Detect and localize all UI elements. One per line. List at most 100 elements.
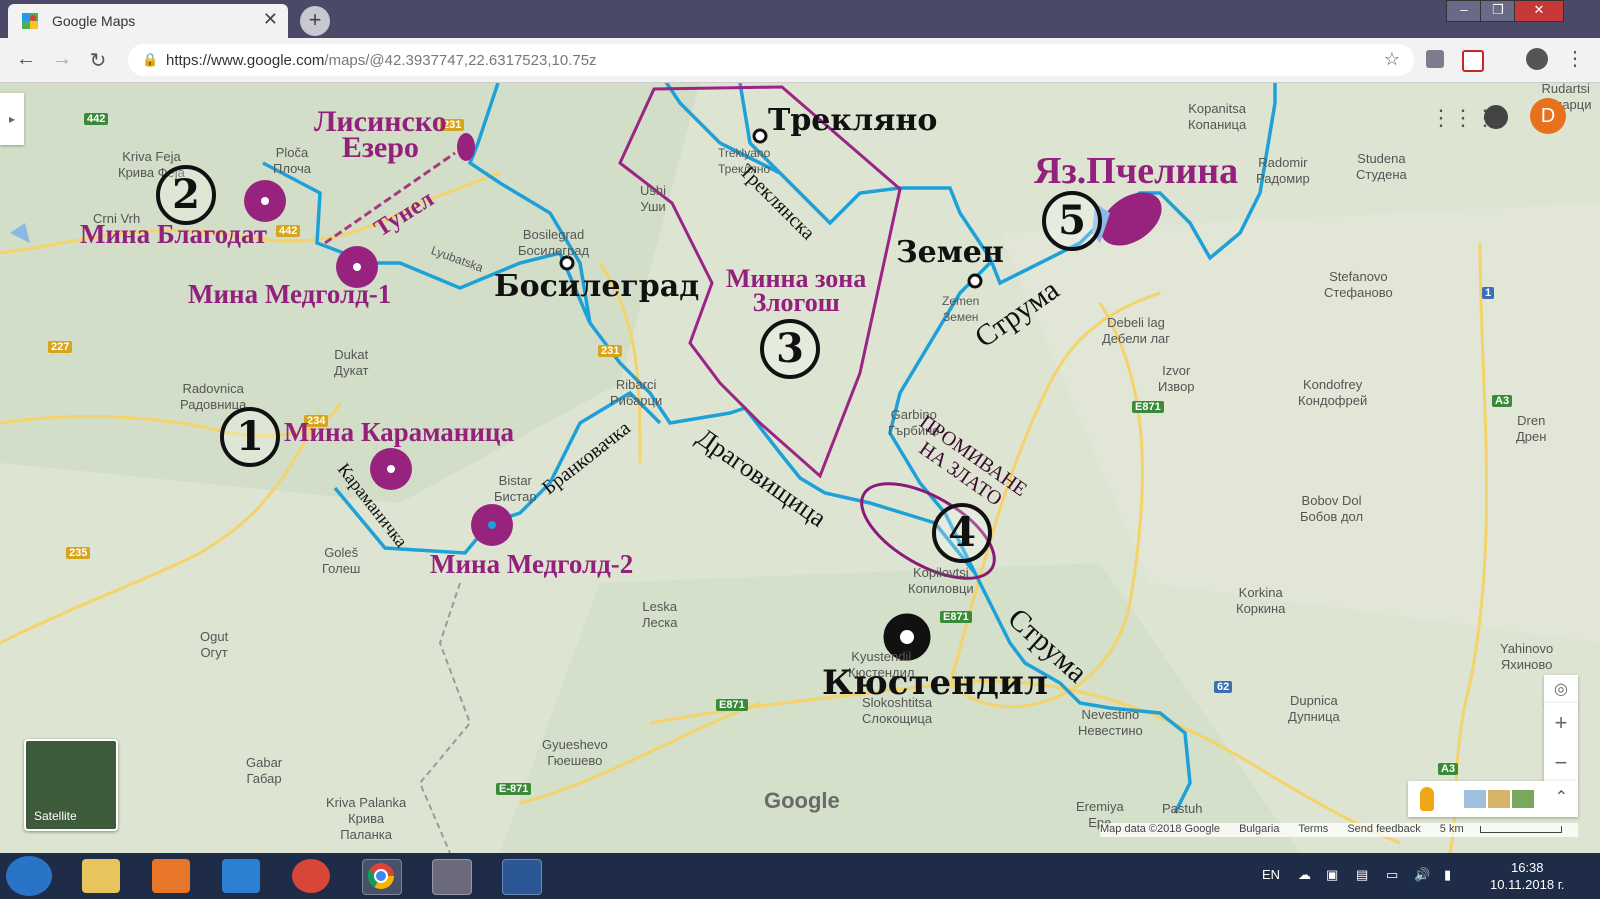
marker-number-4: 4 (932, 503, 992, 563)
map-country[interactable]: Bulgaria (1239, 823, 1279, 835)
profile-icon[interactable] (1526, 48, 1548, 70)
town-label-bosilegrad: Босилеград (494, 269, 700, 304)
address-bar[interactable]: 🔒 https://www.google.com/maps/@42.393774… (128, 44, 1414, 76)
side-panel-toggle[interactable]: ▸ (0, 93, 24, 145)
road-shield: 227 (48, 341, 73, 353)
place-label: Yahinovo Яхиново (1500, 641, 1554, 672)
road-shield: A3 (1492, 395, 1513, 407)
place-label: Bobov Dol Бобов дол (1300, 493, 1364, 524)
google-maps-favicon-icon (22, 13, 38, 29)
road-shield: 231 (598, 345, 623, 357)
pegman-icon[interactable] (1420, 787, 1434, 811)
back-arrow-icon[interactable]: ← (14, 48, 38, 71)
imagery-strip: ⌃ (1408, 781, 1578, 817)
forward-arrow-icon[interactable]: → (50, 48, 74, 71)
marker-number-2: 2 (156, 165, 216, 225)
my-location-icon[interactable]: ◎ (1544, 675, 1578, 705)
town-label-zemen: Земен (896, 235, 1004, 270)
file-explorer-icon[interactable] (82, 859, 120, 893)
place-label: Ploča Плоча (273, 145, 312, 176)
imagery-thumbnail[interactable] (1488, 790, 1510, 808)
pocket-extension-icon[interactable] (1462, 50, 1484, 72)
place-label: Nevestino Невестино (1078, 707, 1143, 738)
scale-bar (1479, 825, 1562, 833)
start-button[interactable] (6, 856, 52, 896)
label-mine-medgold-1: Мина Медголд-1 (188, 279, 392, 309)
map-canvas[interactable]: ▸ Kriva Feja Крива Феја Ploča Плоча Crni… (0, 83, 1600, 853)
label-mine-medgold-2: Мина Медголд-2 (430, 549, 634, 579)
place-label: Stefanovo Стефаново (1324, 269, 1393, 300)
browser-menu-icon[interactable]: ⋮ (1565, 46, 1585, 71)
reload-icon[interactable]: ↻ (86, 48, 110, 73)
place-label: Izvor Извор (1158, 363, 1195, 394)
label-mine-karamanica: Мина Караманица (284, 417, 514, 447)
new-tab-button[interactable]: + (300, 6, 330, 36)
label-lisinsko-ezero: Лисинско Езеро (314, 105, 447, 164)
account-avatar[interactable]: D (1530, 98, 1566, 134)
road-shield: E871 (1132, 401, 1164, 413)
bookmark-star-icon[interactable]: ☆ (1384, 49, 1400, 70)
send-feedback-link[interactable]: Send feedback (1347, 823, 1420, 835)
word-icon[interactable] (502, 859, 542, 895)
url-path: /maps/@42.3937747,22.6317523,10.75z (324, 52, 597, 69)
media-player-icon[interactable] (152, 859, 190, 893)
road-shield: 442 (276, 225, 301, 237)
imagery-thumbnail[interactable] (1464, 790, 1486, 808)
place-label: Studena Студена (1356, 151, 1407, 182)
power-icon[interactable]: ▮ (1444, 867, 1451, 883)
extension-icon[interactable] (1426, 50, 1444, 68)
road-shield: E871 (940, 611, 972, 623)
window-close-button[interactable]: ✕ (1514, 0, 1564, 22)
pro-app-icon[interactable] (432, 859, 472, 895)
maximize-button[interactable]: ❐ (1480, 0, 1516, 22)
browser-tab-strip: Google Maps ✕ + – ❐ ✕ (0, 0, 1600, 38)
zoom-control: + − (1544, 703, 1578, 783)
google-logo: Google (764, 788, 840, 813)
internet-explorer-icon[interactable] (222, 859, 260, 893)
place-label: Bistar Бистар (494, 473, 537, 504)
pdf-icon[interactable]: ▣ (1326, 867, 1338, 883)
place-label: Dupnica Дупница (1288, 693, 1340, 724)
road-shield: 235 (66, 547, 91, 559)
minimize-button[interactable]: – (1446, 0, 1482, 22)
notifications-icon[interactable] (1484, 105, 1508, 129)
satellite-toggle[interactable]: Satellite (24, 739, 118, 831)
terms-link[interactable]: Terms (1298, 823, 1328, 835)
place-label: Ogut Огут (200, 629, 229, 660)
road-shield: A3 (1438, 763, 1459, 775)
scale-label[interactable]: 5 km (1440, 823, 1464, 835)
place-label: Pastuh (1162, 801, 1203, 816)
network-icon[interactable]: ▤ (1356, 867, 1368, 883)
lock-icon: 🔒 (142, 52, 159, 67)
place-label: Korkina Коркина (1236, 585, 1286, 616)
onedrive-icon[interactable]: ☁ (1298, 867, 1311, 883)
imagery-thumbnail[interactable] (1512, 790, 1534, 808)
place-label: Leska Леска (642, 599, 678, 630)
place-label: Gyueshevo Гюешево (542, 737, 608, 768)
zoom-out-button[interactable]: − (1544, 743, 1578, 783)
clock-date: 10.11.2018 г. (1490, 877, 1565, 892)
label-pchelina-dam: Яз.Пчелина (1034, 150, 1239, 192)
place-label: Kriva Palanka Крива Паланка (326, 795, 407, 842)
zoom-in-button[interactable]: + (1544, 703, 1578, 743)
url-host: https://www.google.com (166, 52, 325, 69)
tab-google-maps[interactable]: Google Maps ✕ (8, 4, 288, 38)
town-label-kyustendil: Кюстендил (822, 663, 1048, 703)
road-shield: 1 (1482, 287, 1495, 299)
volume-icon[interactable]: 🔊 (1414, 867, 1430, 883)
place-label: Gabar Габар (246, 755, 283, 786)
marker-number-1: 1 (220, 407, 280, 467)
clock[interactable]: 16:38 10.11.2018 г. (1490, 859, 1564, 893)
tab-close-icon[interactable]: ✕ (263, 9, 278, 30)
place-label: Dukat Дукат (334, 347, 369, 378)
place-label: Bosilegrad Босилеград (518, 227, 590, 258)
place-label: Ushi Уши (640, 183, 667, 214)
language-indicator[interactable]: EN (1262, 867, 1280, 882)
display-icon[interactable]: ▭ (1386, 867, 1398, 883)
chrome-icon[interactable] (362, 859, 402, 895)
clock-time: 16:38 (1510, 860, 1544, 875)
balloon-app-icon[interactable] (292, 859, 330, 893)
town-label-treklyano: Трекляно (768, 103, 938, 138)
satellite-label: Satellite (34, 809, 77, 823)
chevron-up-icon[interactable]: ⌃ (1555, 787, 1568, 807)
